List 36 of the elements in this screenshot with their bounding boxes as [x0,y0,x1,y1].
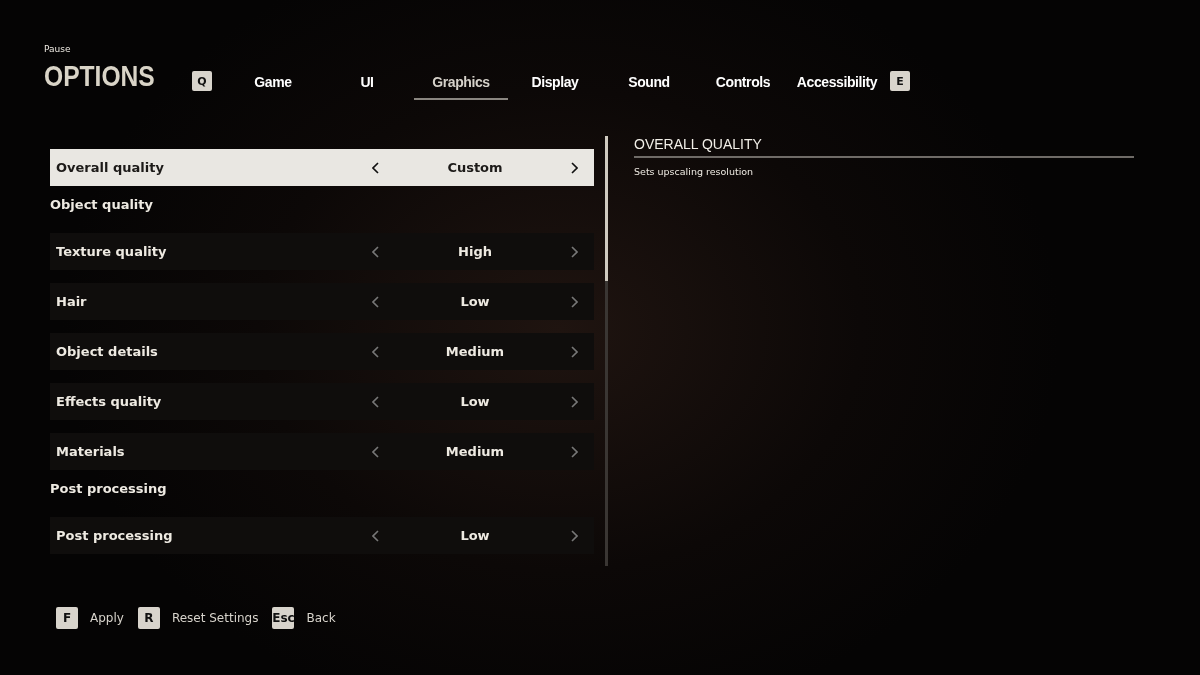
setting-row[interactable]: Overall quality Custom [50,149,594,186]
detail-title: OVERALL QUALITY [634,136,1134,158]
tab[interactable]: Accessibility [790,70,884,100]
tab[interactable]: Display [508,70,602,100]
detail-description: Sets upscaling resolution [634,166,755,177]
scrollbar[interactable] [605,136,608,566]
key-hint: E [890,71,910,91]
key-hint: Q [192,71,212,91]
breadcrumb: Pause [44,44,72,54]
tab[interactable]: Game [226,70,320,100]
tab[interactable]: UI [320,70,414,100]
page-title: OPTIONS [44,59,156,93]
setting-label: Materials [56,444,126,459]
section-heading: Post processing [50,481,168,498]
footer-button[interactable]: R Reset Settings [137,607,259,629]
setting-value: Low [459,294,491,309]
tab[interactable]: Sound [602,70,696,100]
setting-label: Effects quality [56,394,163,409]
setting-label: Hair [56,294,88,309]
chevron-left-icon[interactable] [372,161,380,174]
setting-label: Post processing [56,528,174,543]
footer-button[interactable]: F Apply [56,607,124,629]
section-heading: Object quality [50,197,154,214]
setting-value: Custom [446,160,504,175]
setting-label: Object details [56,344,159,359]
tab[interactable]: Controls [696,70,790,100]
setting-label: Overall quality [56,160,165,175]
setting-value: Medium [444,444,506,459]
chevron-right-icon[interactable] [570,161,578,174]
footer-button[interactable]: Esc Back [272,607,336,629]
setting-value: Low [459,394,491,409]
setting-value: High [457,244,493,259]
tab[interactable]: Graphics [414,70,508,100]
setting-value: Low [459,528,491,543]
setting-label: Texture quality [56,244,168,259]
setting-value: Medium [444,344,506,359]
